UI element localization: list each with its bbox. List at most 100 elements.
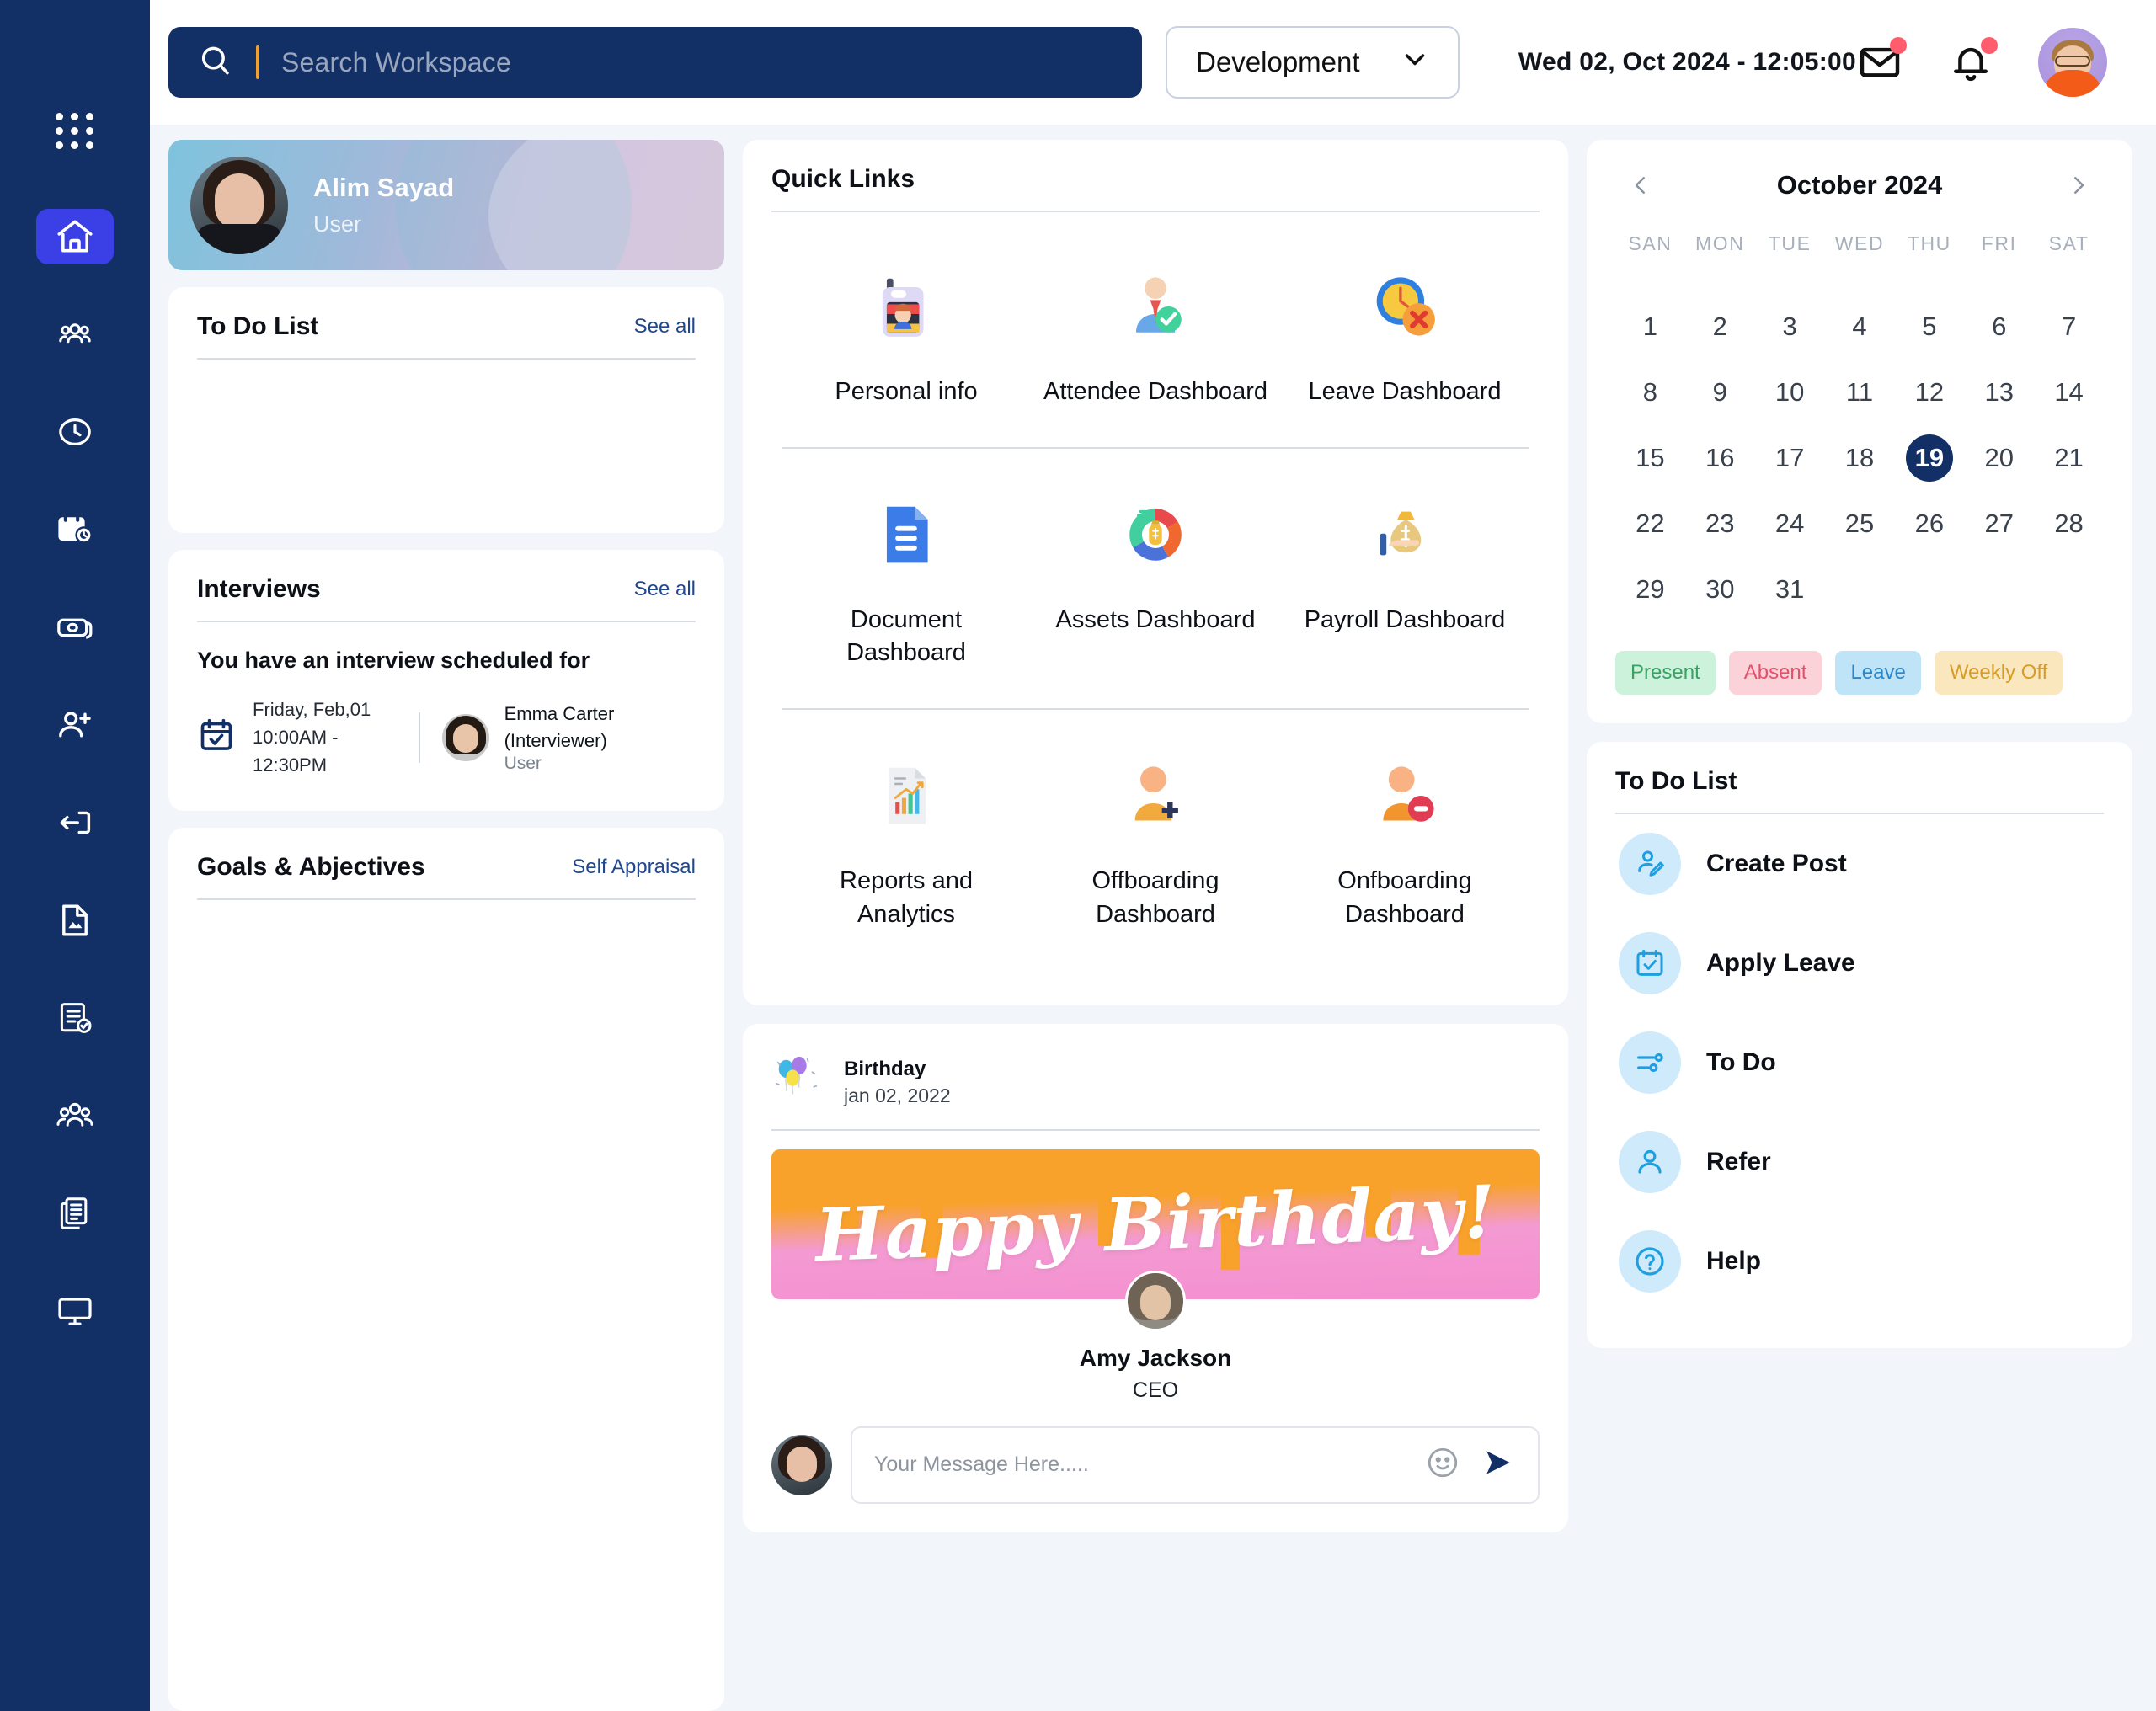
birthday-label: Birthday — [844, 1057, 926, 1080]
calendar-day[interactable]: 20 — [1964, 425, 2034, 491]
quick-link-reports-and-analytics[interactable]: Reports and Analytics — [782, 710, 1031, 969]
calendar-day[interactable]: 11 — [1825, 360, 1895, 425]
todo-item-apply-leave[interactable]: Apply Leave — [1587, 914, 2132, 1013]
calendar-day-header: THU — [1907, 232, 1951, 254]
right-column: October 2024 SAN MON TUE WED THU FRI SAT 1 2 3 4 5 6… — [1587, 140, 2132, 1711]
sidebar-item-reports[interactable] — [36, 1186, 114, 1241]
chevron-left-icon[interactable] — [1622, 167, 1659, 204]
interviews-see-all[interactable]: See all — [634, 578, 696, 601]
avatar — [1125, 1270, 1186, 1331]
calendar-day[interactable]: 6 — [1964, 294, 2034, 360]
user-avatar[interactable] — [2038, 28, 2107, 97]
todo-item-create-post[interactable]: Create Post — [1587, 814, 2132, 914]
department-value: Development — [1196, 46, 1360, 77]
department-select[interactable]: Development — [1166, 26, 1460, 99]
chevron-right-icon[interactable] — [2060, 167, 2097, 204]
interviews-title: Interviews — [197, 575, 321, 603]
calendar-card: October 2024 SAN MON TUE WED THU FRI SAT 1 2 3 4 5 6… — [1587, 140, 2132, 723]
sidebar-item-exit[interactable] — [36, 795, 114, 850]
todo-left-see-all[interactable]: See all — [634, 315, 696, 338]
quick-link-label: Reports and Analytics — [840, 867, 973, 928]
emoji-icon[interactable] — [1425, 1445, 1460, 1484]
sidebar-item-documents[interactable] — [36, 893, 114, 948]
calendar-day[interactable]: 1 — [1615, 294, 1685, 360]
quick-link-label: Leave Dashboard — [1308, 378, 1502, 405]
calendar-day[interactable]: 25 — [1825, 491, 1895, 557]
calendar-day[interactable]: 30 — [1685, 557, 1755, 622]
calendar-day[interactable]: 4 — [1825, 294, 1895, 360]
calendar-day[interactable]: 17 — [1755, 425, 1825, 491]
mail-icon[interactable] — [1856, 37, 1907, 86]
birthday-card: Birthday jan 02, 2022 Happy Birthday! Am… — [743, 1023, 1568, 1532]
app-root: Search Workspace Development Wed 02, Oct… — [0, 0, 2156, 1711]
sidebar-item-assets[interactable] — [36, 1283, 114, 1339]
sidebar-item-recruitment[interactable] — [36, 697, 114, 753]
sidebar-item-attendance[interactable] — [36, 404, 114, 460]
calendar-day[interactable]: 31 — [1755, 557, 1825, 622]
todo-item-refer[interactable]: Refer — [1587, 1112, 2132, 1212]
calendar-day[interactable]: 13 — [1964, 360, 2034, 425]
calendar-day[interactable]: 5 — [1894, 294, 1964, 360]
calendar-day[interactable]: 3 — [1755, 294, 1825, 360]
calendar-day[interactable]: 12 — [1894, 360, 1964, 425]
sidebar-item-timesheet[interactable] — [36, 502, 114, 557]
quick-link-assets-dashboard[interactable]: Assets Dashboard — [1031, 449, 1280, 708]
sidebar-item-payroll[interactable] — [36, 600, 114, 655]
middle-column: Quick Links Personal info Attendee Dashb… — [743, 140, 1568, 1711]
calendar-day[interactable]: 15 — [1615, 425, 1685, 491]
sidebar-item-team[interactable] — [36, 306, 114, 362]
avatar — [190, 156, 288, 254]
calendar-day[interactable]: 18 — [1825, 425, 1895, 491]
interview-headline: You have an interview scheduled for — [197, 648, 590, 673]
calendar-day[interactable]: 26 — [1894, 491, 1964, 557]
left-column: Alim Sayad User To Do List See all Inter… — [168, 140, 724, 1711]
checklist-icon — [55, 998, 95, 1038]
calendar-day[interactable]: 2 — [1685, 294, 1755, 360]
todo-item-label: Apply Leave — [1706, 949, 1855, 977]
interview-date: Friday, Feb,01 — [253, 699, 371, 720]
profile-card[interactable]: Alim Sayad User — [168, 140, 724, 270]
calendar-day[interactable]: 21 — [2034, 425, 2104, 491]
todo-item-to-do[interactable]: To Do — [1587, 1013, 2132, 1112]
todo-item-help[interactable]: Help — [1587, 1212, 2132, 1311]
sidebar-item-tasks[interactable] — [36, 990, 114, 1046]
quick-link-document-dashboard[interactable]: Document Dashboard — [782, 449, 1031, 708]
birthday-header: Birthday jan 02, 2022 — [743, 1024, 1568, 1129]
documents-stack-icon — [55, 1193, 95, 1234]
todo-item-label: To Do — [1706, 1048, 1776, 1076]
chevron-down-icon — [1399, 43, 1431, 82]
user-minus-orange-icon — [1364, 755, 1445, 836]
calendar-day[interactable]: 24 — [1755, 491, 1825, 557]
quick-link-onboarding-dashboard[interactable]: Onfboarding Dashboard — [1280, 710, 1529, 969]
quick-links-card: Quick Links Personal info Attendee Dashb… — [743, 140, 1568, 1005]
sidebar-item-employees[interactable] — [36, 1088, 114, 1143]
quick-link-leave-dashboard[interactable]: Leave Dashboard — [1280, 221, 1529, 447]
calendar-day[interactable]: 28 — [2034, 491, 2104, 557]
message-input[interactable]: Your Message Here..... — [851, 1426, 1540, 1504]
search-input[interactable]: Search Workspace — [168, 27, 1143, 98]
quick-link-attendee-dashboard[interactable]: Attendee Dashboard — [1031, 221, 1280, 447]
calendar-day[interactable]: 16 — [1685, 425, 1755, 491]
calendar-day[interactable]: 10 — [1755, 360, 1825, 425]
calendar-day[interactable]: 9 — [1685, 360, 1755, 425]
self-appraisal-link[interactable]: Self Appraisal — [572, 856, 696, 879]
calendar-check-icon — [197, 716, 236, 759]
quick-link-personal-info[interactable]: Personal info — [782, 221, 1031, 447]
sidebar-item-home[interactable] — [36, 209, 114, 264]
todo-list-card-left: To Do List See all — [168, 287, 724, 533]
calendar-day[interactable]: 14 — [2034, 360, 2104, 425]
send-icon[interactable] — [1479, 1444, 1516, 1485]
logout-icon — [55, 802, 95, 843]
calendar-day[interactable]: 23 — [1685, 491, 1755, 557]
sidebar-item-apps-grid[interactable] — [36, 109, 114, 152]
interviews-card: Interviews See all You have an interview… — [168, 550, 724, 811]
calendar-day[interactable]: 29 — [1615, 557, 1685, 622]
calendar-day[interactable]: 22 — [1615, 491, 1685, 557]
calendar-day[interactable]: 19 — [1894, 425, 1964, 491]
quick-link-payroll-dashboard[interactable]: Payroll Dashboard — [1280, 449, 1529, 708]
bell-icon[interactable] — [1947, 37, 1998, 86]
quick-link-offboarding-dashboard[interactable]: Offboarding Dashboard — [1031, 710, 1280, 969]
calendar-day[interactable]: 7 — [2034, 294, 2104, 360]
calendar-day[interactable]: 8 — [1615, 360, 1685, 425]
calendar-day[interactable]: 27 — [1964, 491, 2034, 557]
